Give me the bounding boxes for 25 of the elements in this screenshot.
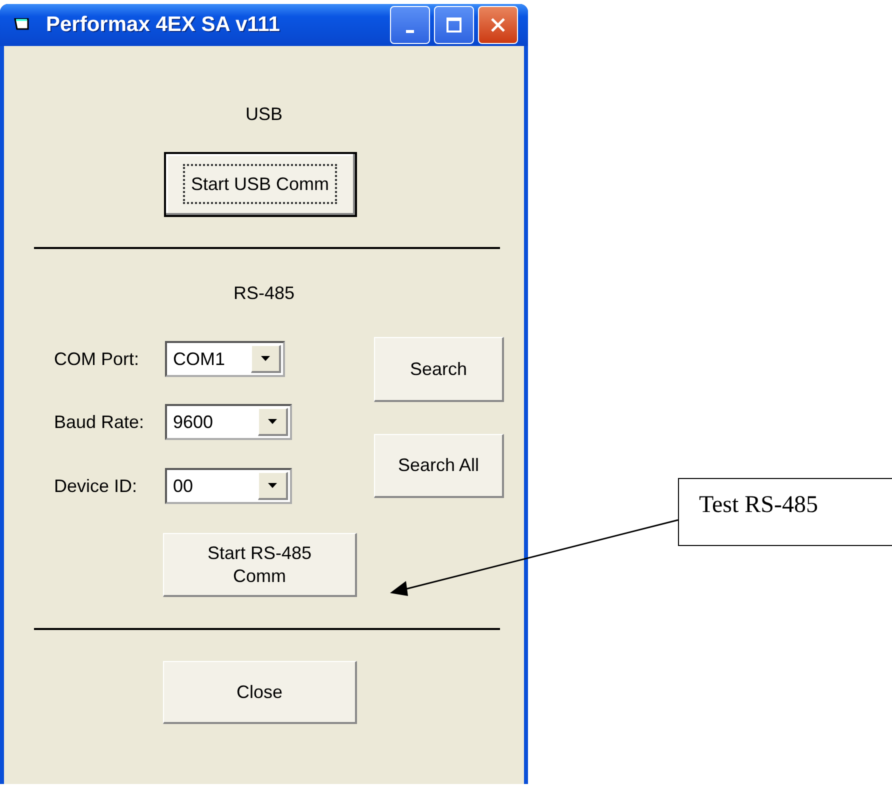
field-label: Device ID:	[53, 476, 138, 496]
start-rs485-button[interactable]: Start RS-485 Comm	[163, 533, 357, 597]
dropdown-arrow-icon	[261, 356, 270, 361]
window-icon	[14, 17, 32, 33]
dropdown-arrow-icon	[268, 419, 277, 424]
section-heading: USB	[244, 104, 284, 125]
window-title: Performax 4EX SA v111	[46, 13, 280, 37]
dropdown-field[interactable]: 9600	[165, 404, 292, 440]
dropdown-arrow-icon	[268, 483, 277, 488]
field-label: COM Port:	[53, 348, 140, 370]
search-button[interactable]: Search	[374, 337, 504, 402]
search-button[interactable]: Search All	[374, 434, 504, 498]
dropdown-field[interactable]: COM1	[165, 341, 285, 377]
close-dialog-button[interactable]: Close	[163, 661, 357, 724]
section-heading: RS-485	[232, 283, 296, 304]
callout-text: Test RS-485	[699, 492, 818, 518]
maximize-icon	[446, 17, 462, 33]
minimize-button[interactable]	[390, 6, 430, 44]
dropdown-field[interactable]: 00	[165, 468, 292, 504]
start-usb-button[interactable]: Start USB Comm	[164, 152, 356, 217]
maximize-button[interactable]	[434, 6, 474, 44]
field-label: Baud Rate:	[53, 412, 146, 432]
close-button[interactable]	[478, 6, 518, 44]
minimize-icon	[406, 30, 414, 32]
close-icon	[490, 17, 506, 33]
